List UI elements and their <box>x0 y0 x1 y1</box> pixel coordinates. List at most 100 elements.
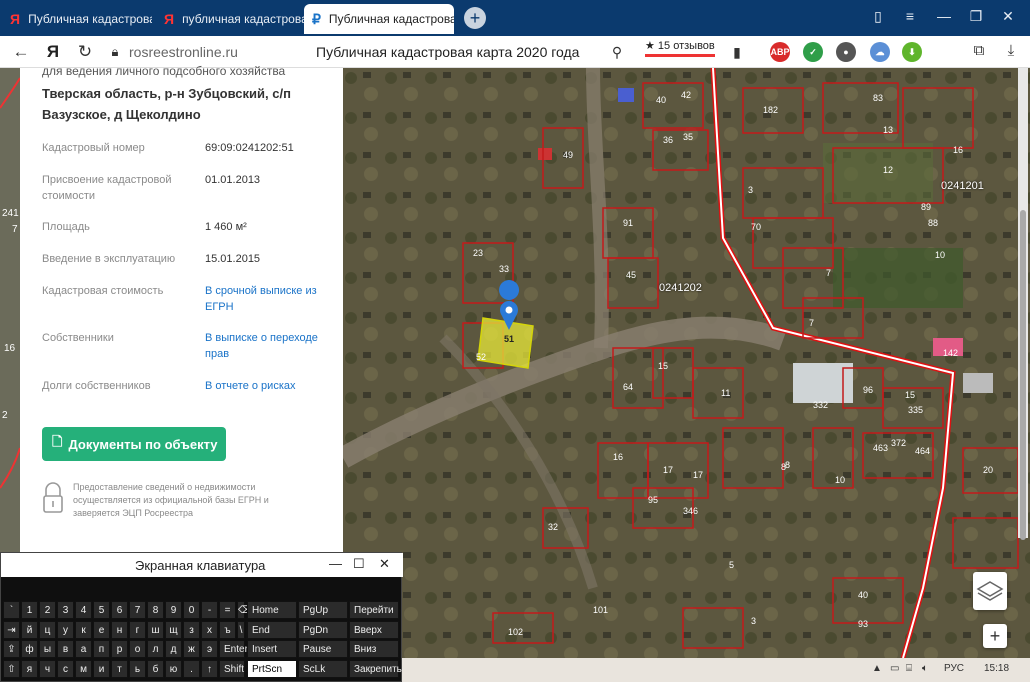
parcel-number-label[interactable]: 64 <box>623 382 633 392</box>
keyboard-key[interactable]: ` <box>3 601 20 619</box>
parcel-number-label[interactable]: 12 <box>883 165 893 175</box>
parcel-number-label[interactable]: 3 <box>748 185 753 195</box>
keyboard-key[interactable]: - <box>201 601 218 619</box>
reload-icon[interactable]: ↻ <box>74 42 96 62</box>
egrn-extract-link[interactable]: В срочной выписке из ЕГРН <box>205 283 330 315</box>
close-window-icon[interactable]: ✕ <box>994 8 1022 25</box>
keyboard-key[interactable]: Pause <box>298 640 348 658</box>
keyboard-key[interactable]: Вверх <box>349 620 399 639</box>
osk-titlebar[interactable]: Экранная клавиатура — ☐ ✕ <box>1 553 403 577</box>
keyboard-key[interactable]: Shift <box>219 659 245 678</box>
parcel-number-label[interactable]: 102 <box>508 627 523 637</box>
keyboard-key[interactable]: ч <box>39 659 56 678</box>
parcel-number-label[interactable]: 464 <box>915 446 930 456</box>
keyboard-key[interactable]: щ <box>165 620 182 639</box>
parcel-number-label[interactable]: 35 <box>683 132 693 142</box>
keyboard-key[interactable]: Enter <box>219 640 248 658</box>
keyboard-key[interactable]: ц <box>39 620 56 639</box>
maximize-icon[interactable]: ☐ <box>353 556 365 572</box>
new-tab-button[interactable]: + <box>464 7 486 29</box>
parcel-number-label[interactable]: 70 <box>751 222 761 232</box>
parcel-number-label[interactable]: 101 <box>593 605 608 615</box>
minimize-icon[interactable]: — <box>329 556 342 571</box>
keyboard-key[interactable]: е <box>93 620 110 639</box>
browser-tab-1[interactable]: Я Публичная кадастровая к <box>2 4 152 34</box>
keyboard-key[interactable]: 8 <box>147 601 164 619</box>
keyboard-key[interactable]: т <box>111 659 128 678</box>
parcel-number-label[interactable]: 83 <box>873 93 883 103</box>
parcel-number-label[interactable]: 346 <box>683 506 698 516</box>
parcel-number-label[interactable]: 88 <box>928 218 938 228</box>
keyboard-key[interactable]: ш <box>147 620 164 639</box>
keyboard-key[interactable]: End <box>247 620 297 639</box>
browser-tab-2[interactable]: Я публичная кадастровая ка <box>156 4 304 34</box>
keyboard-key[interactable]: я <box>21 659 38 678</box>
parcel-number-label[interactable]: 45 <box>626 270 636 280</box>
keyboard-key[interactable]: п <box>93 640 110 658</box>
parcel-number-label[interactable]: 3 <box>751 616 756 626</box>
bookmark-icon[interactable]: ▮ <box>726 44 748 61</box>
keyboard-key[interactable]: Вниз <box>349 640 399 658</box>
keyboard-key[interactable]: 9 <box>165 601 182 619</box>
extensions-icon[interactable]: ⧉ <box>968 42 990 59</box>
keyboard-key[interactable]: ы <box>39 640 56 658</box>
parcel-number-label[interactable]: 36 <box>663 135 673 145</box>
keyboard-key[interactable]: PgDn <box>298 620 348 639</box>
parcel-number-label[interactable]: 5 <box>729 560 734 570</box>
parcel-number-label[interactable]: 10 <box>935 250 945 260</box>
parcel-number-label[interactable]: 40 <box>656 95 666 105</box>
parcel-number-label[interactable]: 95 <box>648 495 658 505</box>
layers-button[interactable] <box>973 572 1007 610</box>
keyboard-key[interactable]: PgUp <box>298 601 348 619</box>
parcel-number-label[interactable]: 96 <box>863 385 873 395</box>
keyboard-key[interactable]: . <box>183 659 200 678</box>
parcel-number-label[interactable]: 32 <box>548 522 558 532</box>
keyboard-key[interactable]: ф <box>21 640 38 658</box>
url-field[interactable]: rosreestronline.ru <box>129 44 238 60</box>
keyboard-key[interactable]: м <box>75 659 92 678</box>
parcel-number-label[interactable]: 17 <box>663 465 673 475</box>
keyboard-key[interactable]: х <box>201 620 218 639</box>
downloads-icon[interactable]: ⤓ <box>1000 42 1022 59</box>
parcel-number-label[interactable]: 10 <box>835 475 845 485</box>
keyboard-key[interactable]: у <box>57 620 74 639</box>
parcel-number-label[interactable]: 91 <box>623 218 633 228</box>
keyboard-key[interactable]: ⇥ <box>3 620 20 639</box>
parcel-number-label[interactable]: 372 <box>891 438 906 448</box>
parcel-number-label[interactable]: 7 <box>809 318 814 328</box>
bookmarks-icon[interactable]: ▯ <box>864 8 892 25</box>
keyboard-key[interactable]: н <box>111 620 128 639</box>
keyboard-key[interactable]: ⇪ <box>3 640 20 658</box>
keyboard-key[interactable]: л <box>147 640 164 658</box>
language-indicator[interactable]: РУС <box>944 663 964 674</box>
keyboard-key[interactable]: к <box>75 620 92 639</box>
keyboard-key[interactable]: ⌫ <box>237 601 252 619</box>
parcel-number-label[interactable]: 8 <box>785 460 790 470</box>
keyboard-key[interactable]: 7 <box>129 601 146 619</box>
keyboard-key[interactable]: в <box>57 640 74 658</box>
keyboard-key[interactable]: р <box>111 640 128 658</box>
parcel-number-label[interactable]: 142 <box>943 348 958 358</box>
parcel-number-label[interactable]: 182 <box>763 105 778 115</box>
keyboard-key[interactable]: з <box>183 620 200 639</box>
parcel-number-label[interactable]: 17 <box>693 470 703 480</box>
keyboard-key[interactable]: э <box>201 640 218 658</box>
keyboard-key[interactable]: ю <box>165 659 182 678</box>
bulb-icon[interactable]: ● <box>836 42 856 62</box>
parcel-number-label[interactable]: 15 <box>658 361 668 371</box>
transfer-extract-link[interactable]: В выписке о переходе прав <box>205 330 330 362</box>
chevron-up-icon[interactable]: ▲ <box>872 663 882 674</box>
keyboard-key[interactable]: ↑ <box>201 659 218 678</box>
parcel-number-label[interactable]: 23 <box>473 248 483 258</box>
keyboard-key[interactable]: о <box>129 640 146 658</box>
keyboard-key[interactable]: 4 <box>75 601 92 619</box>
keyboard-key[interactable]: ScLk <box>298 659 348 678</box>
keyboard-key[interactable]: 1 <box>21 601 38 619</box>
parcel-number-label[interactable]: 332 <box>813 400 828 410</box>
keyboard-key[interactable]: 3 <box>57 601 74 619</box>
keyboard-key[interactable]: а <box>75 640 92 658</box>
browser-tab-3[interactable]: ₽ Публичная кадастрова × <box>304 4 454 34</box>
parcel-number-label[interactable]: 49 <box>563 150 573 160</box>
keyboard-key[interactable]: 6 <box>111 601 128 619</box>
keyboard-key[interactable]: Перейти <box>349 601 399 619</box>
